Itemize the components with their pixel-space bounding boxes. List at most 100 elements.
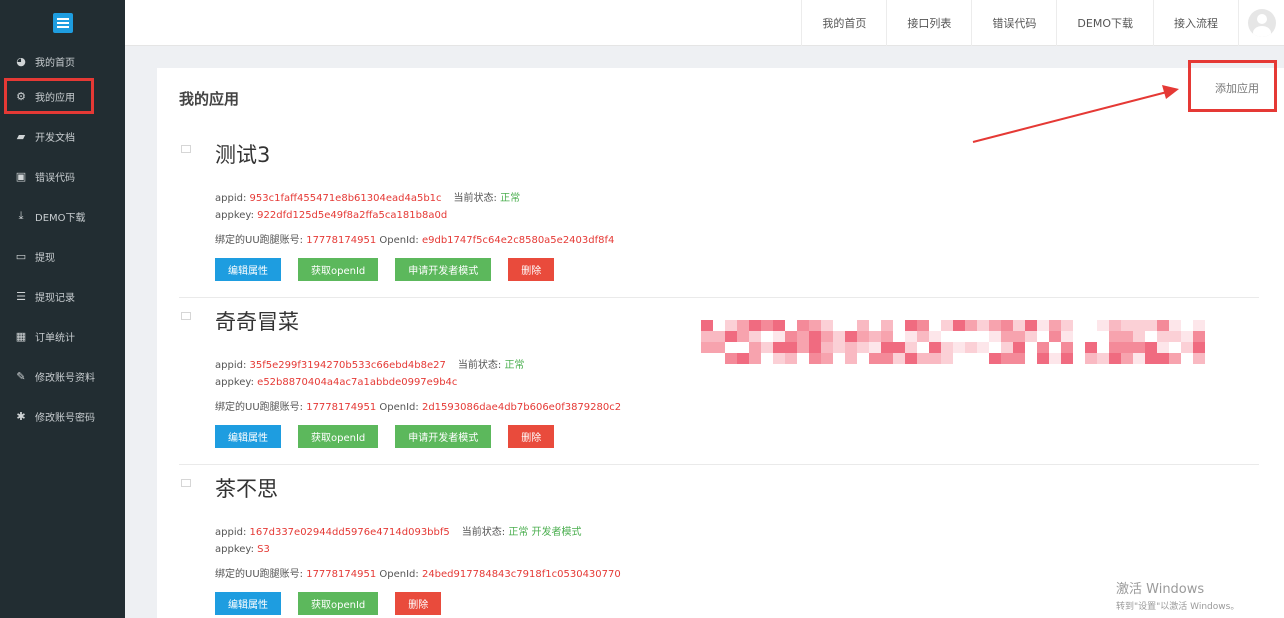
delete-button[interactable]: 删除	[395, 592, 442, 615]
app-card: 测试3 appid: 953c1faff455471e8b61304ead4a5b…	[179, 131, 1259, 298]
delete-button[interactable]: 删除	[508, 425, 555, 448]
sidebar-item-9[interactable]: ✱ 修改账号密码	[0, 396, 125, 436]
top-nav-link-2[interactable]: 错误代码	[971, 0, 1056, 46]
sidebar-item-8[interactable]: ✎ 修改账号资料	[0, 356, 125, 396]
status-label: 当前状态:	[453, 193, 497, 204]
edit-button[interactable]: 编辑属性	[215, 592, 281, 615]
appkey-label: appkey:	[215, 377, 254, 388]
status-value: 正常	[500, 193, 521, 204]
sidebar-item-6[interactable]: ☰ 提现记录	[0, 276, 125, 316]
appkey-line: appkey: 922dfd125d5e49f8a2ffa5ca181b8a0d	[215, 210, 447, 221]
top-nav-link-4[interactable]: 接入流程	[1153, 0, 1238, 46]
get-openid-button[interactable]: 获取openId	[298, 425, 379, 448]
appid-value: 35f5e299f3194270b533c66ebd4b8e27	[249, 360, 446, 371]
file-chart-icon: ▣	[15, 169, 27, 183]
appid-label: appid:	[215, 527, 247, 538]
cog-icon: ✱	[16, 409, 26, 423]
apply-dev-mode-button[interactable]: 申请开发者模式	[395, 258, 492, 281]
list-icon: ☰	[16, 289, 26, 303]
appid-value: 167d337e02944dd5976e4714d093bbf5	[249, 527, 450, 538]
sidebar-header	[0, 0, 125, 46]
appid-line: appid: 953c1faff455471e8b61304ead4a5b1c 当…	[215, 189, 520, 204]
status-value: 正常	[504, 360, 525, 371]
uu-account-value: 17778174951	[306, 569, 377, 580]
uu-account-label: 绑定的UU跑腿账号:	[215, 569, 304, 580]
appkey-label: appkey:	[215, 544, 254, 555]
account-line: 绑定的UU跑腿账号: 17778174951 OpenId: 2d1593086…	[215, 398, 621, 413]
sidebar-item-label: 我的首页	[35, 57, 75, 69]
get-openid-button[interactable]: 获取openId	[298, 258, 379, 281]
sidebar-item-4[interactable]: ⤓ DEMO下载	[0, 196, 125, 236]
openid-value: 2d1593086dae4db7b606e0f3879280c2	[421, 402, 622, 413]
top-bar: 我的首页 接口列表 错误代码 DEMO下载 接入流程	[125, 0, 1284, 46]
edit-button[interactable]: 编辑属性	[215, 425, 281, 448]
menu-toggle-icon[interactable]	[52, 13, 73, 33]
sidebar-item-label: 订单统计	[35, 332, 75, 344]
apply-dev-mode-button[interactable]: 申请开发者模式	[395, 425, 492, 448]
openid-value: e9db1747f5c64e2c8580a5e2403df8f4	[421, 235, 615, 246]
avatar-icon	[1247, 9, 1276, 37]
top-nav-link-3[interactable]: DEMO下载	[1056, 0, 1153, 46]
edit-button[interactable]: 编辑属性	[215, 258, 281, 281]
sidebar-item-3[interactable]: ▣ 错误代码	[0, 156, 125, 196]
openid-label: OpenId:	[379, 235, 419, 246]
sidebar-item-label: 提现记录	[35, 292, 75, 304]
delete-button[interactable]: 删除	[508, 258, 555, 281]
sidebar-item-label: 提现	[35, 252, 55, 264]
top-nav-link-0[interactable]: 我的首页	[801, 0, 886, 46]
appid-label: appid:	[215, 193, 247, 204]
redacted-area	[701, 320, 1206, 366]
sidebar-item-label: 错误代码	[35, 172, 75, 184]
top-nav-link-1[interactable]: 接口列表	[886, 0, 971, 46]
app-actions: 编辑属性 获取openId 删除	[215, 592, 458, 615]
appkey-line: appkey: S3	[215, 544, 270, 555]
pencil-icon: ✎	[16, 369, 26, 383]
get-openid-button[interactable]: 获取openId	[298, 592, 379, 615]
openid-value: 24bed917784843c7918f1c0530430770	[421, 569, 621, 580]
status-label: 当前状态:	[457, 360, 502, 371]
user-avatar[interactable]	[1238, 0, 1284, 46]
grid-icon: ▦	[15, 329, 27, 343]
status-label: 当前状态:	[461, 527, 506, 538]
watermark-line-1: 激活 Windows	[1116, 582, 1205, 597]
appid-label: appid:	[215, 360, 247, 371]
sidebar-item-7[interactable]: ▦ 订单统计	[0, 316, 125, 356]
uu-account-value: 17778174951	[306, 402, 377, 413]
app-card: 茶不思 appid: 167d337e02944dd5976e4714d093bb…	[179, 465, 1259, 618]
credit-card-icon: ▭	[15, 249, 27, 263]
app-name: 茶不思	[215, 477, 278, 501]
status-value: 正常 开发者模式	[508, 527, 582, 538]
appkey-line: appkey: e52b8870404a4ac7a1abbde0997e9b4c	[215, 377, 457, 388]
appkey-value: 922dfd125d5e49f8a2ffa5ca181b8a0d	[257, 210, 448, 221]
account-line: 绑定的UU跑腿账号: 17778174951 OpenId: e9db1747f…	[215, 231, 614, 246]
dashboard-icon: ◕	[16, 54, 26, 68]
app-actions: 编辑属性 获取openId 申请开发者模式 删除	[215, 425, 571, 448]
uu-account-label: 绑定的UU跑腿账号:	[215, 235, 304, 246]
sidebar-item-1[interactable]: ⚙ 我的应用	[0, 76, 125, 116]
sidebar-item-label: 修改账号密码	[35, 412, 95, 424]
app-image-placeholder-icon	[181, 479, 191, 487]
top-nav: 我的首页 接口列表 错误代码 DEMO下载 接入流程	[801, 0, 1238, 46]
openid-label: OpenId:	[379, 569, 419, 580]
uu-account-label: 绑定的UU跑腿账号:	[215, 402, 304, 413]
sidebar-item-5[interactable]: ▭ 提现	[0, 236, 125, 276]
windows-watermark: 激活 Windows 转到"设置"以激活 Windows。	[1116, 578, 1239, 612]
appid-line: appid: 35f5e299f3194270b533c66ebd4b8e27 当…	[215, 356, 524, 371]
appkey-value: S3	[257, 544, 270, 555]
account-line: 绑定的UU跑腿账号: 17778174951 OpenId: 24bed9177…	[215, 565, 621, 580]
sidebar: ◕ 我的首页 ⚙ 我的应用 ▰ 开发文档 ▣ 错误代码 ⤓ DEMO下载 ▭ 提现 ☰ 提现记录 ▦ 订单统计…	[0, 0, 125, 618]
appid-line: appid: 167d337e02944dd5976e4714d093bbf5 当…	[215, 523, 582, 538]
book-icon: ▰	[16, 129, 26, 143]
appid-value: 953c1faff455471e8b61304ead4a5b1c	[249, 193, 442, 204]
sidebar-item-label: DEMO下载	[35, 212, 86, 224]
sidebar-item-2[interactable]: ▰ 开发文档	[0, 116, 125, 156]
app-actions: 编辑属性 获取openId 申请开发者模式 删除	[215, 258, 571, 281]
sidebar-item-label: 修改账号资料	[35, 372, 95, 384]
appkey-label: appkey:	[215, 210, 254, 221]
sidebar-item-0[interactable]: ◕ 我的首页	[0, 46, 125, 76]
uu-account-value: 17778174951	[306, 235, 377, 246]
openid-label: OpenId:	[379, 402, 419, 413]
app-name: 奇奇冒菜	[215, 310, 299, 334]
active-item-highlight	[4, 78, 94, 114]
watermark-line-2: 转到"设置"以激活 Windows。	[1116, 602, 1240, 612]
